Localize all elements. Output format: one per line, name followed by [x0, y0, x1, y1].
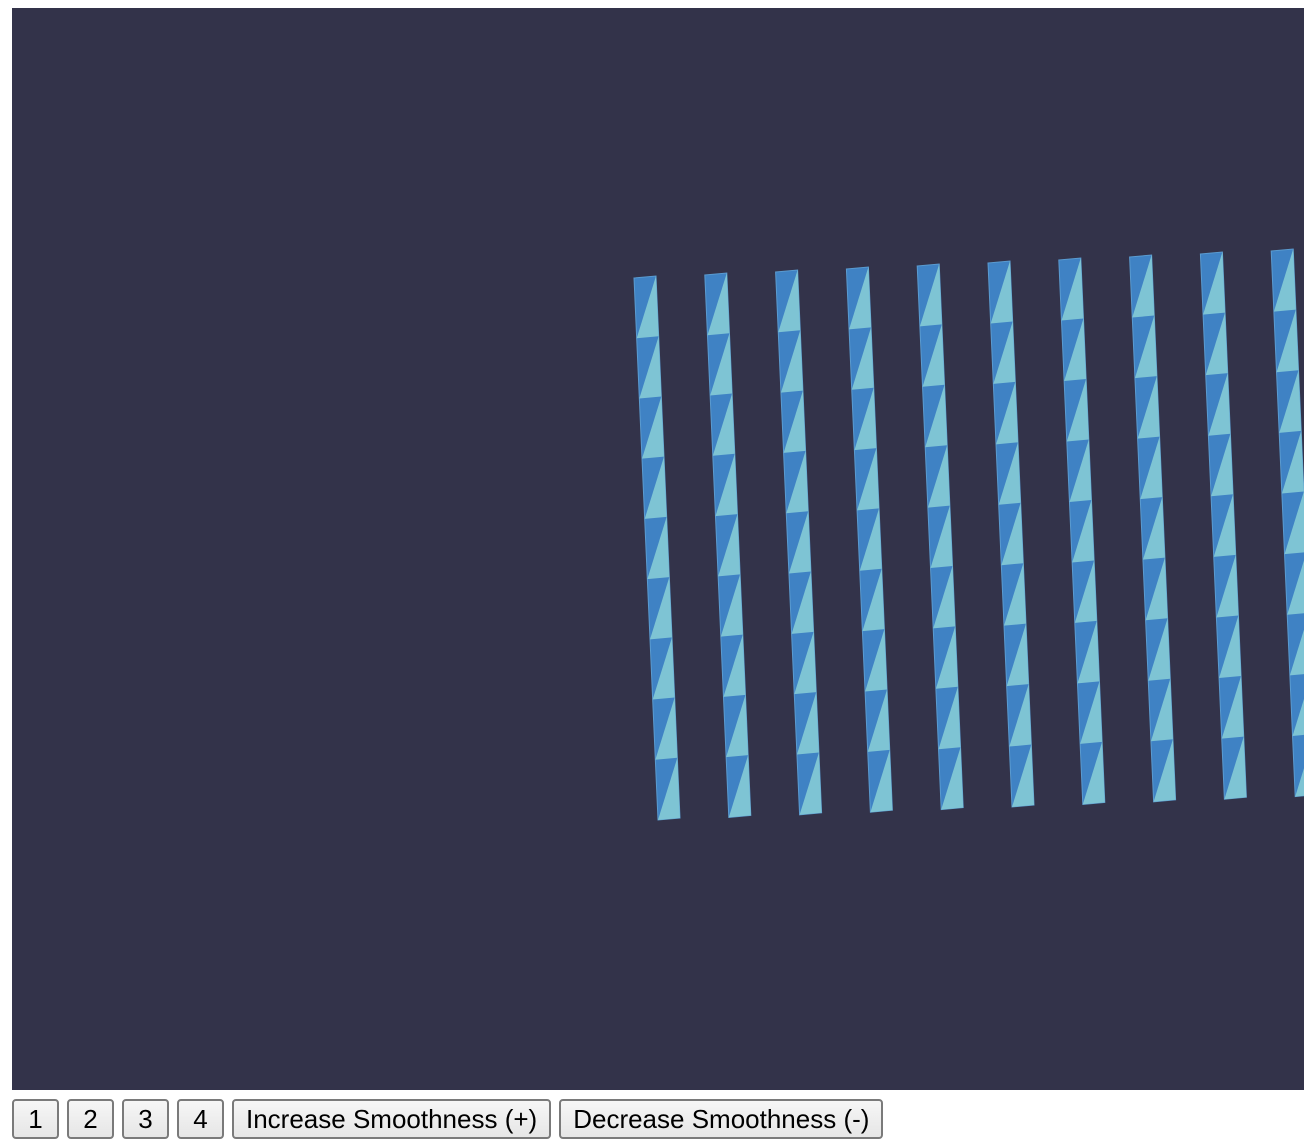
mesh-strip	[845, 266, 893, 813]
mesh-strip	[1129, 254, 1177, 803]
decrease-smoothness-button[interactable]: Decrease Smoothness (-)	[559, 1099, 884, 1139]
view-3-button[interactable]: 3	[122, 1099, 169, 1139]
render-canvas[interactable]	[12, 8, 1304, 1090]
mesh-strip	[916, 263, 964, 811]
increase-smoothness-button[interactable]: Increase Smoothness (+)	[232, 1099, 552, 1139]
view-2-button[interactable]: 2	[67, 1099, 114, 1139]
mesh-strip	[987, 260, 1035, 808]
mesh-strip	[1058, 257, 1106, 805]
mesh-scene	[633, 248, 1304, 821]
mesh-strip	[775, 269, 823, 816]
view-1-button[interactable]: 1	[12, 1099, 59, 1139]
toolbar: 1 2 3 4 Increase Smoothness (+) Decrease…	[12, 1098, 884, 1140]
mesh-strip	[1199, 251, 1247, 800]
mesh-strip	[704, 272, 752, 818]
view-4-button[interactable]: 4	[177, 1099, 224, 1139]
mesh-strip	[1270, 248, 1304, 798]
mesh-strip	[633, 275, 681, 821]
